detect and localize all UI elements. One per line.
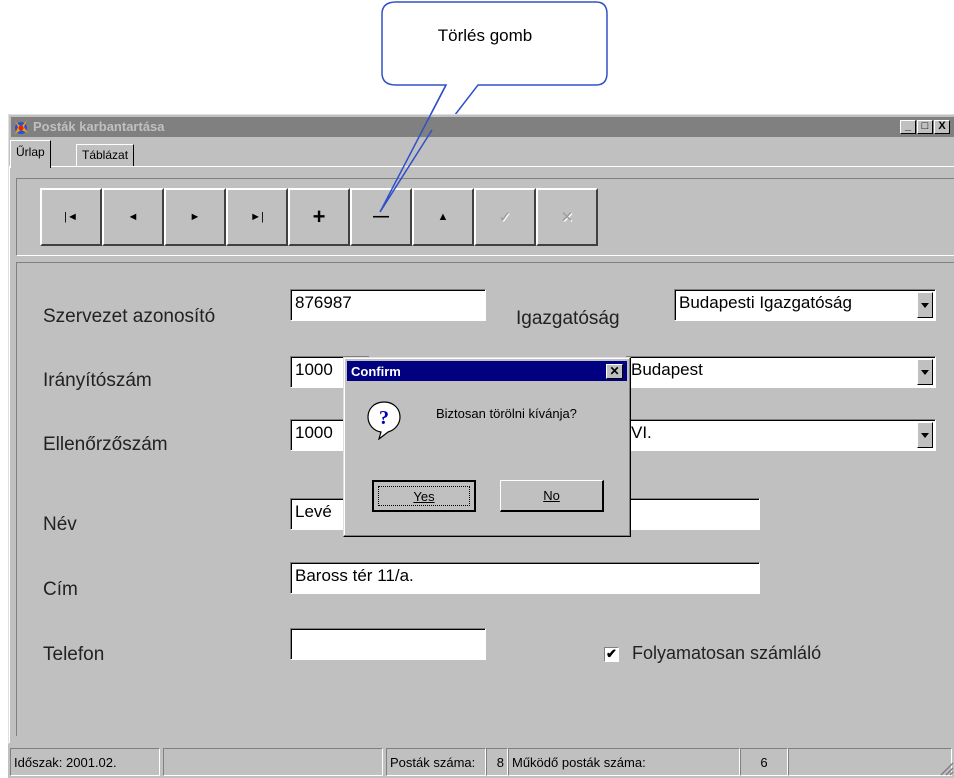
focus-rect [378, 486, 470, 506]
varos-value: Budapest [631, 360, 703, 379]
varos-select[interactable]: Budapest [626, 356, 936, 388]
next-icon: ► [189, 211, 201, 223]
last-icon: ►| [250, 211, 264, 223]
prior-record-button[interactable]: ◄ [102, 188, 164, 246]
folyamatos-checkbox[interactable]: ✔ [604, 647, 619, 662]
app-icon [15, 120, 28, 134]
iranyitoszam-label: Irányítószám [43, 370, 152, 391]
check-icon: ✓ [498, 209, 512, 226]
yes-button[interactable]: Yes [372, 480, 476, 512]
tab-tablazat-label: Táblázat [82, 148, 129, 162]
status-period: Időszak: 2001.02. [10, 748, 160, 776]
svg-text:?: ? [379, 407, 389, 429]
cim-label: Cím [43, 579, 78, 600]
insert-record-button[interactable]: + [288, 188, 350, 246]
no-button[interactable]: No [500, 480, 604, 512]
next-record-button[interactable]: ► [164, 188, 226, 246]
igazgatosag-value: Budapesti Igazgatóság [679, 293, 852, 312]
szervezet-label: Szervezet azonosító [43, 306, 216, 327]
dialog-title-bar[interactable]: Confirm ✕ [347, 361, 627, 381]
kerulet-select[interactable]: VI. [626, 419, 936, 451]
status-rest [788, 748, 952, 776]
telefon-label: Telefon [43, 644, 105, 665]
prior-icon: ◄ [127, 211, 139, 223]
close-button[interactable]: X [934, 120, 950, 134]
confirm-dialog: Confirm ✕ ? Biztosan törölni kívánja? Ye… [343, 357, 631, 537]
post-record-button[interactable]: ✓ [474, 188, 536, 246]
minus-icon: — [373, 208, 389, 225]
cancel-edit-button[interactable]: ✕ [536, 188, 598, 246]
igazgatosag-dropdown-icon[interactable] [917, 292, 933, 318]
callout-text: Törlés gomb [437, 26, 533, 45]
window-title: Posták karbantartása [33, 119, 165, 134]
edit-record-button[interactable]: ▲ [412, 188, 474, 246]
nev-label: Név [43, 514, 77, 535]
delete-record-button[interactable]: — [350, 188, 412, 246]
first-record-button[interactable]: |◄ [40, 188, 102, 246]
status-empty [163, 748, 383, 776]
minimize-button[interactable]: _ [900, 120, 916, 134]
status-active-label: Működő posták száma: [508, 748, 740, 776]
plus-icon: + [312, 204, 326, 229]
status-active-count: 6 [740, 748, 788, 776]
igazgatosag-label: Igazgatóság [516, 308, 620, 329]
varos-dropdown-icon[interactable] [917, 359, 933, 385]
cancel-icon: ✕ [560, 209, 574, 226]
first-icon: |◄ [64, 211, 78, 223]
edit-icon: ▲ [437, 211, 449, 223]
kerulet-value: VI. [631, 423, 652, 442]
maximize-button[interactable]: □ [917, 120, 933, 134]
kerulet-dropdown-icon[interactable] [917, 422, 933, 448]
tab-urlap-label: Űrlap [16, 145, 45, 159]
folyamatos-label: Folyamatosan számláló [632, 643, 822, 663]
status-posts-count: 8 [486, 748, 508, 776]
szervezet-field[interactable]: 876987 [290, 289, 486, 321]
last-record-button[interactable]: ►| [226, 188, 288, 246]
dialog-message: Biztosan törölni kívánja? [436, 406, 577, 421]
cim-field[interactable]: Baross tér 11/a. [290, 562, 760, 594]
igazgatosag-select[interactable]: Budapesti Igazgatóság [674, 289, 936, 321]
tab-tablazat[interactable]: Táblázat [76, 144, 135, 166]
dialog-close-button[interactable]: ✕ [606, 364, 623, 379]
resize-grip-icon[interactable] [938, 760, 954, 776]
title-bar[interactable]: Posták karbantartása _ □ X [11, 117, 954, 137]
dialog-title: Confirm [351, 364, 401, 379]
status-posts-label: Posták száma: [386, 748, 486, 776]
telefon-field[interactable] [290, 628, 486, 660]
no-button-label: No [543, 488, 560, 503]
tab-urlap[interactable]: Űrlap [10, 140, 51, 168]
question-icon: ? [367, 401, 401, 440]
ellenorzoszam-label: Ellenőrzőszám [43, 434, 168, 455]
